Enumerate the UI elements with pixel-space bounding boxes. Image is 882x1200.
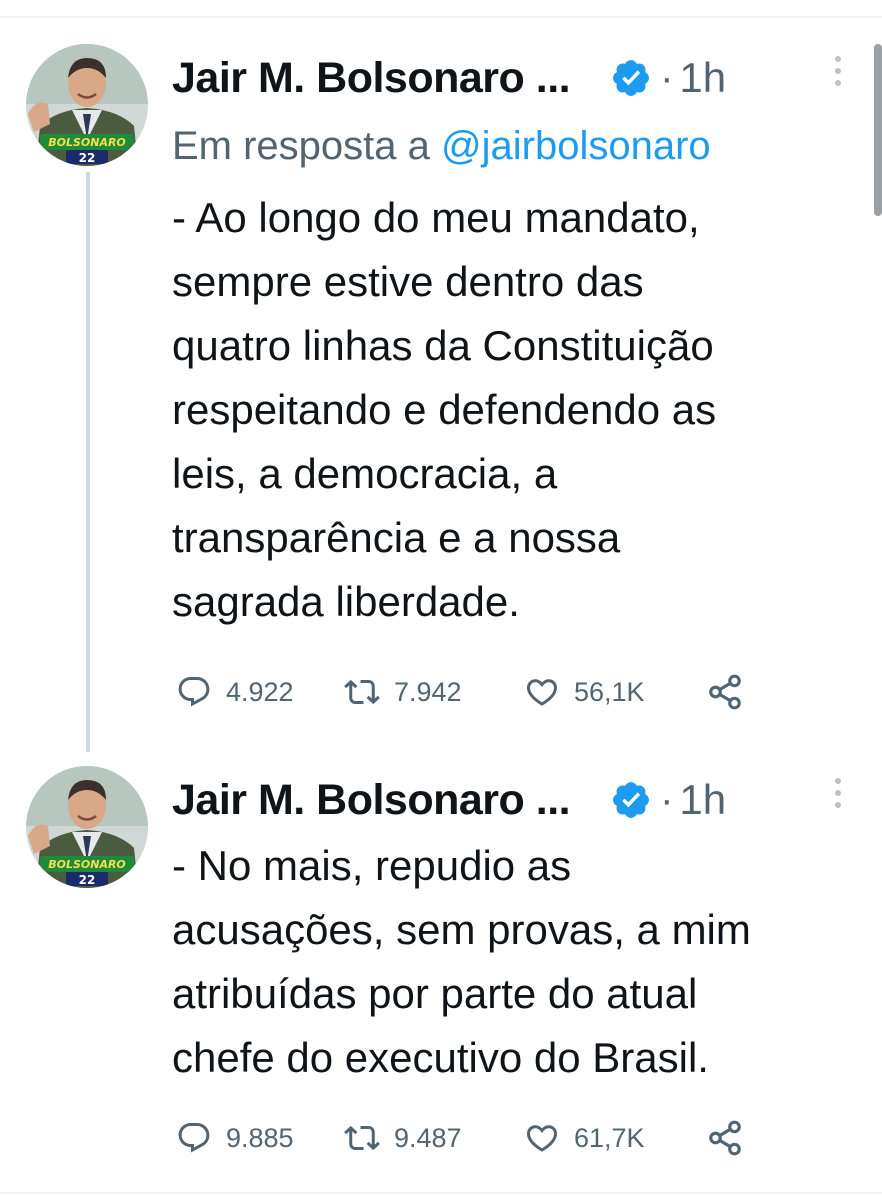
thread-connector-line: [86, 172, 90, 752]
top-divider: [0, 16, 882, 18]
avatar[interactable]: BOLSONARO 22: [26, 766, 148, 888]
like-button[interactable]: 61,7K: [524, 1114, 645, 1162]
reply-button[interactable]: 4.922: [176, 668, 294, 716]
avatar-number-text: 22: [79, 873, 96, 887]
reply-button[interactable]: 9.885: [176, 1114, 294, 1162]
author-name[interactable]: Jair M. Bolsonaro ...: [172, 54, 571, 103]
tweet-header: Jair M. Bolsonaro ... · 1h: [172, 768, 726, 832]
avatar-badge-text: BOLSONARO: [48, 136, 126, 149]
avatar-photo: BOLSONARO 22: [26, 766, 148, 888]
reply-icon: [178, 1123, 210, 1153]
tweet-actions: 9.885 9.487 61,7K: [176, 1114, 776, 1162]
scrollbar[interactable]: [874, 44, 882, 216]
like-heart-icon: [526, 1125, 558, 1152]
timestamp[interactable]: 1h: [679, 776, 726, 824]
avatar-badge-text: BOLSONARO: [48, 858, 126, 871]
share-icon: [709, 674, 741, 710]
retweet-icon: [344, 1125, 380, 1151]
reply-handle-link[interactable]: @jairbolsonaro: [441, 124, 711, 168]
avatar-photo: BOLSONARO 22: [26, 44, 148, 166]
avatar-number-text: 22: [79, 151, 96, 165]
retweet-count: 9.487: [394, 1122, 462, 1153]
reply-context: Em resposta a @jairbolsonaro: [172, 124, 711, 169]
share-icon: [709, 1120, 741, 1156]
tweet-text: - Ao longo do meu mandato, sempre estive…: [172, 194, 717, 625]
like-heart-icon: [526, 679, 558, 706]
more-vertical-icon[interactable]: [828, 778, 848, 818]
reply-count: 4.922: [226, 676, 294, 707]
avatar[interactable]: BOLSONARO 22: [26, 44, 148, 166]
reply-icon: [178, 677, 210, 707]
more-vertical-icon[interactable]: [828, 56, 848, 96]
retweet-button[interactable]: 9.487: [344, 1114, 462, 1162]
meta-separator: ·: [660, 777, 674, 822]
tweet-actions: 4.922 7.942 56,1K: [176, 668, 776, 716]
timestamp[interactable]: 1h: [679, 54, 726, 102]
reply-count: 9.885: [226, 1122, 294, 1153]
retweet-icon: [344, 679, 380, 705]
retweet-count: 7.942: [394, 676, 462, 707]
like-button[interactable]: 56,1K: [524, 668, 645, 716]
bottom-divider: [0, 1192, 882, 1194]
retweet-button[interactable]: 7.942: [344, 668, 462, 716]
verified-badge-icon: [610, 779, 652, 821]
like-count: 56,1K: [574, 676, 645, 707]
share-button[interactable]: [706, 1114, 758, 1162]
share-button[interactable]: [706, 668, 758, 716]
author-name[interactable]: Jair M. Bolsonaro ...: [172, 776, 571, 825]
verified-badge-icon: [610, 57, 652, 99]
tweet-header: Jair M. Bolsonaro ... · 1h: [172, 46, 726, 110]
tweet-text: - No mais, repudio as acusações, sem pro…: [172, 842, 751, 1081]
meta-separator: ·: [660, 55, 674, 100]
like-count: 61,7K: [574, 1122, 645, 1153]
reply-prefix: Em resposta a: [172, 124, 442, 168]
